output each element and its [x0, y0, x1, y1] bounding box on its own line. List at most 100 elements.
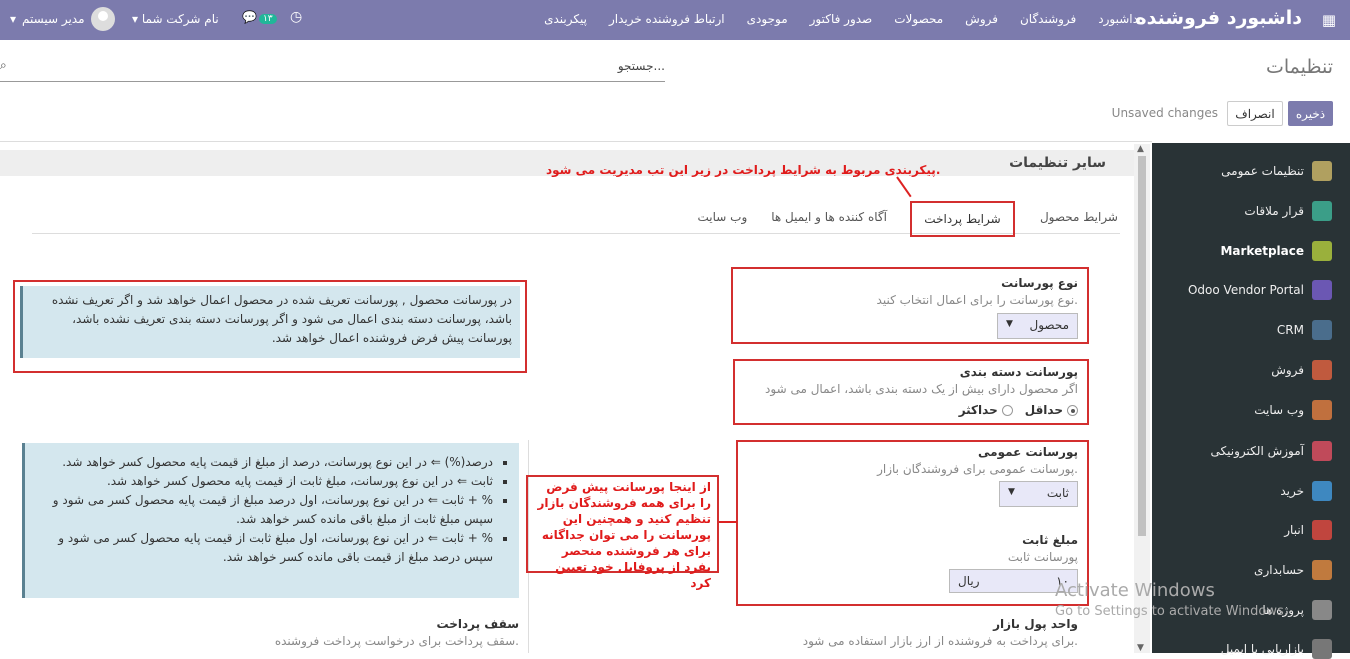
- chevron-down-icon: ▼: [1008, 487, 1015, 497]
- sidebar-item-label: بازاریابی با ایمیل: [1220, 642, 1304, 656]
- search-placeholder: جستجو...: [617, 59, 665, 73]
- category-commission-options: حداقل حداکثر: [959, 403, 1078, 417]
- tab-product-conditions[interactable]: شرایط محصول: [1040, 210, 1118, 224]
- general-commission-field: پورسانت عمومی پورسانت عمومی برای فروشندگ…: [738, 445, 1078, 476]
- list-item: % + ثابت ⇐ در این نوع پورسانت، اول درصد …: [33, 491, 493, 529]
- sidebar-item-general[interactable]: تنظیمات عمومی: [1221, 161, 1332, 181]
- unsaved-changes-label: Unsaved changes: [1111, 106, 1218, 120]
- menu-vendors[interactable]: فروشندگان: [1020, 12, 1076, 26]
- commission-type-select[interactable]: محصول ▼: [997, 313, 1078, 339]
- sidebar-item-label: Marketplace: [1220, 244, 1304, 258]
- save-button[interactable]: ذخیره: [1288, 101, 1333, 126]
- menu-invoicing[interactable]: صدور فاکتور: [810, 12, 873, 26]
- brand-title: داشبورد فروشنده: [1135, 7, 1302, 29]
- radio-min-label: حداقل: [1024, 403, 1063, 417]
- menu-configuration[interactable]: پیکربندی: [544, 12, 587, 26]
- sidebar-item-label: فروش: [1271, 363, 1304, 377]
- purchase-card-icon: [1312, 481, 1332, 501]
- scroll-down-icon[interactable]: ▼: [1137, 643, 1144, 653]
- sidebar-item-marketplace[interactable]: Marketplace: [1220, 241, 1332, 261]
- sales-chart-icon: [1312, 360, 1332, 380]
- commission-types-list: درصد(%) ⇐ در این نوع پورسانت، درصد از مب…: [33, 453, 511, 567]
- search-input[interactable]: جستجو... ⌕: [0, 56, 665, 82]
- clock-icon[interactable]: ◷: [290, 9, 302, 25]
- menu-buyer-seller[interactable]: ارتباط فروشنده خریدار: [609, 12, 725, 26]
- currency-unit: ریال: [958, 574, 980, 588]
- sidebar-item-appointments[interactable]: قرار ملاقات: [1244, 201, 1332, 221]
- tab-website[interactable]: وب سایت: [698, 210, 748, 224]
- menu-products[interactable]: محصولات: [894, 12, 943, 26]
- sidebar-item-sales[interactable]: فروش: [1271, 360, 1332, 380]
- general-commission-label: پورسانت عمومی: [978, 445, 1078, 459]
- radio-max[interactable]: حداکثر: [959, 403, 1013, 417]
- elearning-icon: [1312, 441, 1332, 461]
- fixed-amount-field: مبلغ ثابت پورسانت ثابت: [738, 533, 1078, 564]
- fixed-amount-hint: پورسانت ثابت: [1007, 550, 1078, 564]
- user-name: مدیر سیستم: [22, 12, 85, 26]
- sidebar-item-vendor-portal[interactable]: Odoo Vendor Portal: [1188, 280, 1332, 300]
- category-commission-label: پورسانت دسته بندی: [959, 365, 1078, 379]
- paper-plane-icon: [1312, 639, 1332, 659]
- menu-dashboard[interactable]: داشبورد: [1098, 12, 1138, 26]
- radio-min[interactable]: حداقل: [1025, 403, 1078, 417]
- top-navbar: ▦ داشبورد فروشنده داشبورد فروشندگان فروش…: [0, 0, 1350, 40]
- page-title: تنظیمات: [1265, 56, 1333, 78]
- fixed-amount-label: مبلغ ثابت: [1022, 533, 1078, 547]
- annotation-default-commission: از اینجا پورسانت پیش فرض را برای همه فرو…: [526, 475, 719, 590]
- sidebar-item-label: خرید: [1280, 484, 1304, 498]
- commission-type-field: نوع پورسانت نوع پورسانت را برای اعمال ان…: [738, 276, 1078, 307]
- content-scrollbar[interactable]: ▲ ▼: [1134, 144, 1150, 653]
- category-commission-field: پورسانت دسته بندی اگر محصول دارای بیش از…: [738, 365, 1078, 396]
- globe-icon: [1312, 400, 1332, 420]
- category-commission-hint: اگر محصول دارای بیش از یک دسته بندی باشد…: [765, 382, 1078, 396]
- accounting-icon: [1312, 560, 1332, 580]
- sidebar-item-crm[interactable]: CRM: [1277, 320, 1332, 340]
- commission-type-label: نوع پورسانت: [1001, 276, 1078, 290]
- windows-watermark-sub: Go to Settings to activate Windows.: [1055, 604, 1288, 619]
- currency-hint: برای پرداخت به فروشنده از ارز بازار استف…: [802, 634, 1078, 648]
- scroll-up-icon[interactable]: ▲: [1137, 144, 1144, 154]
- sidebar-item-accounting[interactable]: حسابداری: [1254, 560, 1332, 580]
- annotation-connector: [719, 521, 737, 523]
- annotation-tab-note: پیکربندی مربوط به شرایط پرداخت در زیر ای…: [546, 163, 941, 177]
- menu-inventory[interactable]: موجودی: [747, 12, 788, 26]
- tab-notifiers-emails[interactable]: آگاه کننده ها و ایمیل ها: [771, 210, 887, 224]
- sidebar-item-inventory[interactable]: انبار: [1284, 520, 1332, 540]
- chevron-down-icon: ▾: [132, 12, 142, 26]
- commission-types-info: درصد(%) ⇐ در این نوع پورسانت، درصد از مب…: [22, 443, 519, 598]
- sidebar-item-label: CRM: [1276, 323, 1304, 337]
- commission-type-value: محصول: [1029, 318, 1070, 332]
- sidebar-item-email-marketing[interactable]: بازاریابی با ایمیل: [1221, 639, 1332, 659]
- payment-cap-hint: سقف پرداخت برای درخواست پرداخت فروشنده.: [274, 634, 519, 648]
- vendor-portal-icon: [1312, 280, 1332, 300]
- radio-max-dot[interactable]: [1001, 404, 1013, 416]
- chat-button[interactable]: 💬 ۱۳: [242, 10, 277, 24]
- tab-payment-conditions[interactable]: شرایط پرداخت: [910, 201, 1015, 237]
- payment-cap-field: سقف پرداخت سقف پرداخت برای درخواست پرداخ…: [199, 617, 519, 648]
- sidebar-item-label: آموزش الکترونیکی: [1210, 444, 1304, 458]
- general-commission-hint: پورسانت عمومی برای فروشندگان بازار.: [877, 462, 1078, 476]
- apps-grid-icon[interactable]: ▦: [1322, 11, 1336, 29]
- search-icon[interactable]: ⌕: [0, 58, 7, 73]
- sidebar-item-purchase[interactable]: خرید: [1280, 481, 1332, 501]
- general-commission-select[interactable]: ثابت ▼: [999, 481, 1078, 507]
- radio-min-dot[interactable]: [1067, 404, 1078, 416]
- chat-badge: ۱۳: [258, 14, 277, 24]
- currency-label: واحد پول بازار: [993, 617, 1078, 631]
- avatar: [90, 7, 115, 31]
- discard-button[interactable]: انصراف: [1227, 101, 1283, 126]
- sidebar-item-label: Odoo Vendor Portal: [1187, 283, 1304, 297]
- sidebar-item-elearning[interactable]: آموزش الکترونیکی: [1211, 441, 1332, 461]
- user-menu[interactable]: ▾ مدیر سیستم: [10, 7, 115, 31]
- sidebar-item-website[interactable]: وب سایت: [1254, 400, 1332, 420]
- scroll-thumb[interactable]: [1138, 156, 1146, 536]
- settings-tabs: شرایط محصول آگاه کننده ها و ایمیل ها وب …: [698, 210, 1119, 224]
- crm-icon: [1312, 320, 1332, 340]
- company-name: نام شرکت شما: [141, 12, 219, 26]
- menu-sales[interactable]: فروش: [965, 12, 998, 26]
- section-title: سایر تنظیمات: [1009, 155, 1106, 171]
- company-switcher[interactable]: ▾ نام شرکت شما: [132, 12, 219, 26]
- divider: [0, 141, 1152, 142]
- sidebar-item-label: قرار ملاقات: [1244, 204, 1304, 218]
- box-icon: [1312, 520, 1332, 540]
